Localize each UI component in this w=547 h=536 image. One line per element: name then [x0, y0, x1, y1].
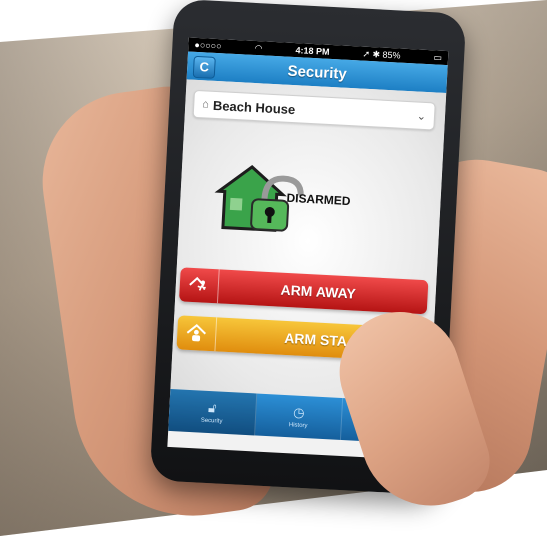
house-running-person-icon	[178, 267, 220, 304]
status-indicators: ➚ ✱ 85%	[362, 48, 401, 61]
tab-history-label: History	[288, 422, 308, 430]
clock-time: 4:18 PM	[295, 45, 330, 57]
arm-away-button[interactable]: ARM AWAY	[178, 267, 429, 315]
location-name: Beach House	[212, 97, 296, 117]
home-outline-icon: ⌂	[202, 98, 210, 111]
padlock-icon: 🔓︎	[207, 400, 217, 416]
arm-away-label: ARM AWAY	[280, 281, 357, 302]
house-person-icon	[176, 315, 218, 352]
clock-history-icon: ◷	[292, 404, 305, 421]
battery-icon: ▭	[433, 51, 443, 63]
chevron-down-icon: ⌄	[416, 110, 427, 123]
wifi-icon: ◠	[254, 42, 263, 53]
location-selector[interactable]: ⌂ Beach House ⌄	[192, 89, 436, 131]
tab-security[interactable]: 🔓︎ Security	[168, 388, 257, 436]
refresh-icon[interactable]: C	[192, 55, 216, 79]
tab-history[interactable]: ◷ History	[254, 393, 344, 441]
signal-indicator: ●○○○○	[194, 39, 222, 52]
tab-security-label: Security	[200, 417, 223, 425]
